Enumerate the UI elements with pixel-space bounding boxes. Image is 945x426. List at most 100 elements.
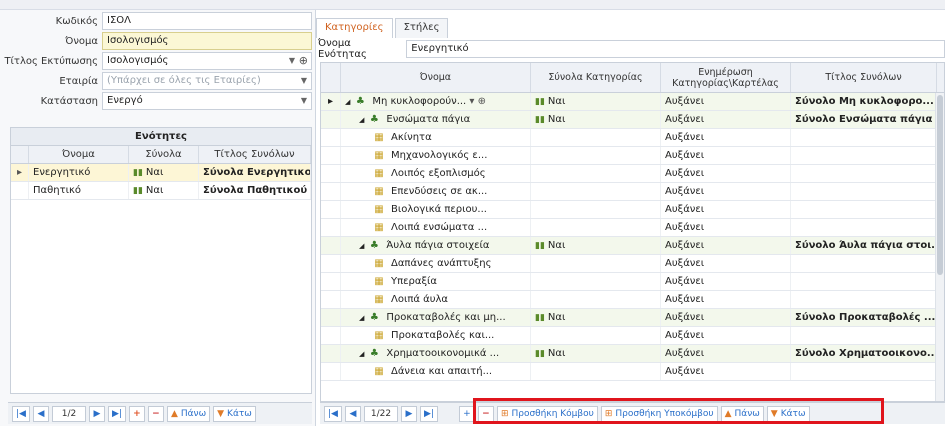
chevron-down-icon[interactable]: ▼ [301, 96, 307, 105]
globe-icon[interactable]: ⊕ [299, 54, 308, 67]
top-strip [0, 0, 945, 10]
table-row[interactable]: ▦ Βιολογικά περιου... Αυξάνει [321, 201, 944, 219]
first-page-button[interactable]: |◀ [324, 405, 342, 422]
add-button[interactable]: + [128, 405, 145, 422]
vertical-scrollbar[interactable] [935, 93, 944, 401]
table-row[interactable]: ▦ Ακίνητα Αυξάνει [321, 129, 944, 147]
col-header-title[interactable]: Τίτλος Συνόλων [791, 63, 937, 92]
scrollbar-thumb[interactable] [937, 95, 943, 275]
cell-update: Αυξάνει [661, 93, 791, 110]
row-indicator [321, 363, 341, 380]
cell-name: ▦ Μηχανολογικός ε... [341, 147, 531, 164]
cell-name: ▦ Επενδύσεις σε ακ... [341, 183, 531, 200]
cell-name-text: Επενδύσεις σε ακ... [391, 186, 488, 197]
thumbs-up-icon: ▮▮ [133, 186, 143, 196]
cell-totals [531, 291, 661, 308]
chevron-down-icon[interactable]: ▼ [301, 76, 307, 85]
col-header-title[interactable]: Τίτλος Συνόλων [199, 146, 311, 163]
cell-totals [531, 183, 661, 200]
cell-totals [531, 363, 661, 380]
table-row[interactable]: ◢ ♣ Ενσώματα πάγια ▮▮ Ναι Αυξάνει Σύνολο Ενσώμ… [321, 111, 944, 129]
unit-name-input[interactable]: Ενεργητικό [406, 40, 945, 58]
row-indicator-header [321, 63, 341, 92]
cell-title: Σύνολο Άυλα πάγια στοι... [791, 237, 937, 254]
cell-name: ▦ Λοιπά ενσώματα ... [341, 219, 531, 236]
col-header-totals[interactable]: Σύνολα [129, 146, 199, 163]
name-input[interactable]: Ισολογισμός [102, 32, 312, 50]
table-row[interactable]: ▦ Υπεραξία Αυξάνει [321, 273, 944, 291]
col-header-update[interactable]: Ενημέρωση Κατηγορίας\Καρτέλας [661, 63, 791, 92]
cell-title [791, 291, 937, 308]
table-row[interactable]: ◢ ♣ Χρηματοοικονομικά ... ▮▮ Ναι Αυξάνει Σύνολ… [321, 345, 944, 363]
expand-icon[interactable]: ◢ [359, 350, 364, 358]
cell-update: Αυξάνει [661, 201, 791, 218]
move-up-button[interactable]: ▲ Πάνω [166, 405, 211, 422]
expand-icon[interactable]: ◢ [359, 314, 364, 322]
expand-icon[interactable]: ◢ [359, 116, 364, 124]
col-header-name[interactable]: Όνομα [341, 63, 531, 92]
table-row[interactable]: ▦ Μηχανολογικός ε... Αυξάνει [321, 147, 944, 165]
code-label: Κωδικός [55, 16, 98, 27]
cell-name-text: Προκαταβολές και... [391, 330, 495, 341]
cell-title [791, 219, 937, 236]
cell-name: ▦ Δαπάνες ανάπτυξης [341, 255, 531, 272]
chevron-down-icon[interactable]: ▼ [289, 56, 295, 65]
thumbs-up-icon: ▮▮ [535, 313, 545, 323]
table-row[interactable]: ◢ ♣ Προκαταβολές και μη... ▮▮ Ναι Αυξάνει Σύνο… [321, 309, 944, 327]
last-page-button[interactable]: ▶| [419, 405, 438, 422]
leaf-node-icon: ▦ [374, 204, 384, 215]
cell-title: Σύνολα Ενεργητικού [199, 164, 311, 181]
next-page-button[interactable]: ▶ [88, 405, 105, 422]
remove-button[interactable]: − [147, 405, 164, 422]
company-select[interactable]: (Υπάρχει σε όλες τις Εταιρίες) ▼ [102, 72, 312, 90]
row-indicator [11, 182, 29, 199]
cell-update: Αυξάνει [661, 345, 791, 362]
table-row[interactable]: ◢ ♣ Άυλα πάγια στοιχεία ▮▮ Ναι Αυξάνει Σύνολο … [321, 237, 944, 255]
tab-columns[interactable]: Στήλες [394, 18, 449, 38]
move-down-button[interactable]: ▼ Κάτω [213, 405, 256, 422]
col-header-totals[interactable]: Σύνολα Κατηγορίας [531, 63, 661, 92]
cell-title [791, 183, 937, 200]
next-page-button[interactable]: ▶ [400, 405, 417, 422]
cell-totals [531, 129, 661, 146]
cell-update: Αυξάνει [661, 237, 791, 254]
print-title-select[interactable]: Ισολογισμός ▼ ⊕ [102, 52, 312, 70]
code-input[interactable]: ΙΣΟΛ [102, 12, 312, 30]
cell-totals [531, 219, 661, 236]
tab-categories[interactable]: Κατηγορίες [316, 18, 393, 38]
prev-page-button[interactable]: ◀ [32, 405, 49, 422]
cell-name-text: Χρηματοοικονομικά ... [386, 348, 500, 359]
cell-name: ◢ ♣ Προκαταβολές και μη... [341, 309, 531, 326]
thumbs-up-icon: ▮▮ [535, 241, 545, 251]
table-row[interactable]: ▦ Λοιπός εξοπλισμός Αυξάνει [321, 165, 944, 183]
cell-name-text: Άυλα πάγια στοιχεία [386, 240, 490, 251]
cell-totals: ▮▮ Ναι [129, 182, 199, 199]
prev-page-button[interactable]: ◀ [344, 405, 361, 422]
cell-name: ▦ Ακίνητα [341, 129, 531, 146]
first-page-button[interactable]: |◀ [12, 405, 30, 422]
row-indicator-header [11, 146, 29, 163]
table-row[interactable]: ▦ Λοιπά άυλα Αυξάνει [321, 291, 944, 309]
cell-name: ◢ ♣ Ενσώματα πάγια [341, 111, 531, 128]
table-row[interactable]: ▦ Επενδύσεις σε ακ... Αυξάνει [321, 183, 944, 201]
status-select[interactable]: Ενεργό ▼ [102, 92, 312, 110]
cell-name-text: Λοιπός εξοπλισμός [391, 168, 486, 179]
table-row[interactable]: ▦ Δάνεια και απαιτή... Αυξάνει [321, 363, 944, 381]
globe-icon[interactable]: ▾ ⊕ [466, 96, 486, 107]
table-row[interactable]: Παθητικό ▮▮ Ναι Σύνολα Παθητικού [11, 182, 311, 200]
table-row[interactable]: ▸ Ενεργητικό ▮▮ Ναι Σύνολα Ενεργητικού [11, 164, 311, 182]
table-row[interactable]: ▸ ◢ ♣ Μη κυκλοφορούν... ▾ ⊕ ▮▮ Ναι Αυξάνει Σύνο… [321, 93, 944, 111]
col-header-name[interactable]: Όνομα [29, 146, 129, 163]
thumbs-up-icon: ▮▮ [133, 168, 143, 178]
cell-update: Αυξάνει [661, 129, 791, 146]
table-row[interactable]: ▦ Δαπάνες ανάπτυξης Αυξάνει [321, 255, 944, 273]
table-row[interactable]: ▦ Λοιπά ενσώματα ... Αυξάνει [321, 219, 944, 237]
cell-title: Σύνολα Παθητικού [199, 182, 311, 199]
leaf-node-icon: ▦ [374, 132, 384, 143]
leaf-node-icon: ▦ [374, 276, 384, 287]
expand-icon[interactable]: ◢ [359, 242, 364, 250]
cell-name: ◢ ♣ Άυλα πάγια στοιχεία [341, 237, 531, 254]
table-row[interactable]: ▦ Προκαταβολές και... Αυξάνει [321, 327, 944, 345]
expand-icon[interactable]: ◢ [345, 98, 350, 106]
last-page-button[interactable]: ▶| [107, 405, 126, 422]
